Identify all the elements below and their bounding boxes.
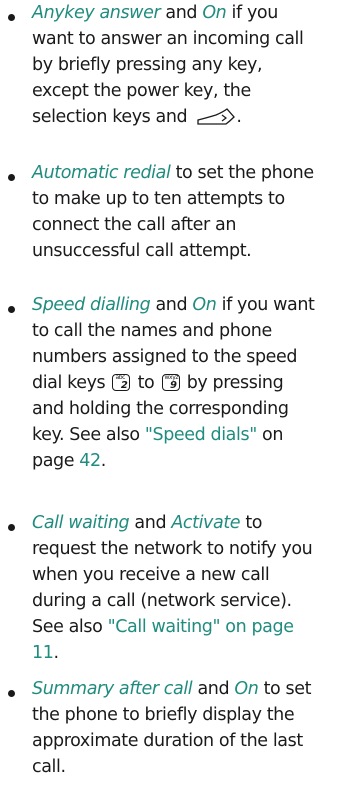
text-run: to xyxy=(132,373,160,393)
menu-option-name: Call waiting xyxy=(32,513,130,533)
text-run: . xyxy=(100,451,107,471)
text-run: dial keys xyxy=(32,373,111,393)
text-line: 11. xyxy=(32,640,336,666)
text-line: the phone to briefly display the xyxy=(32,702,336,728)
text-line: to call the names and phone xyxy=(32,318,336,344)
text-run: . xyxy=(53,643,59,663)
end-key-icon xyxy=(196,108,236,134)
menu-option-name: On xyxy=(234,679,259,699)
menu-option-name: On xyxy=(192,295,217,315)
bullet-icon xyxy=(8,524,15,531)
text-run: to xyxy=(240,513,263,533)
text-line: approximate duration of the last xyxy=(32,728,336,754)
text-line: except the power key, the xyxy=(32,78,336,104)
text-run: by briefly pressing any key, xyxy=(32,55,263,75)
bullet-icon xyxy=(8,174,15,181)
text-line: Anykey answer and On if you xyxy=(32,0,336,26)
list-item-text: Speed dialling and On if you want to call… xyxy=(32,292,336,474)
menu-option-name: Speed dialling xyxy=(32,295,151,315)
text-run: unsuccessful call attempt. xyxy=(32,241,252,261)
text-run: during a call (network service). xyxy=(32,591,292,611)
menu-option-name: On xyxy=(202,3,227,23)
text-run: except the power key, the xyxy=(32,81,251,101)
menu-option-name: Summary after call xyxy=(32,679,193,699)
cross-reference-link[interactable]: "Speed dials" xyxy=(145,425,257,445)
text-line: See also "Call waiting" on page xyxy=(32,614,336,640)
key-9-icon: 9 wxyz xyxy=(161,374,180,391)
text-run: and xyxy=(192,679,235,699)
text-run: See also xyxy=(32,617,108,637)
key-letters: abc xyxy=(115,374,126,381)
list-item-text: Automatic redial to set the phone to make… xyxy=(32,160,336,264)
text-line: and holding the corresponding xyxy=(32,396,336,422)
text-run: want to answer an incoming call xyxy=(32,29,304,49)
bullet-icon xyxy=(8,306,15,313)
text-run: and holding the corresponding xyxy=(32,399,289,419)
text-line: when you receive a new call xyxy=(32,562,336,588)
list-item-text: Call waiting and Activate to request the … xyxy=(32,510,336,666)
text-run: and xyxy=(160,3,203,23)
list-item-text: Anykey answer and On if you want to answe… xyxy=(32,0,336,130)
text-run: call. xyxy=(32,757,66,777)
text-run: the phone to briefly display the xyxy=(32,705,295,725)
text-run: when you receive a new call xyxy=(32,565,270,585)
text-run: to set the phone xyxy=(170,163,314,183)
text-run: approximate duration of the last xyxy=(32,731,303,751)
text-line: request the network to notify you xyxy=(32,536,336,562)
text-line: selection keys and . xyxy=(32,104,336,130)
text-line: by briefly pressing any key, xyxy=(32,52,336,78)
text-line: unsuccessful call attempt. xyxy=(32,238,336,264)
text-run: selection keys and xyxy=(32,107,193,127)
text-line: page 42. xyxy=(32,448,336,474)
text-run: numbers assigned to the speed xyxy=(32,347,298,367)
cross-reference-link[interactable]: 11 xyxy=(32,643,54,663)
text-line: dial keys 2 abc to 9 wxyz by pressing xyxy=(32,370,336,396)
text-run: key. See also xyxy=(32,425,145,445)
list-item-text: Summary after call and On to set the phon… xyxy=(32,676,336,780)
text-run: if you xyxy=(226,3,279,23)
key-2-icon: 2 abc xyxy=(112,374,131,391)
text-run: to call the names and phone xyxy=(32,321,272,341)
bullet-icon xyxy=(8,690,15,697)
text-line: to make up to ten attempts to xyxy=(32,186,336,212)
text-run: and xyxy=(129,513,172,533)
text-run: if you want xyxy=(216,295,315,315)
cross-reference-link[interactable]: "Call waiting" on page xyxy=(108,617,294,637)
key-letters: wxyz xyxy=(164,374,179,381)
text-line: call. xyxy=(32,754,336,780)
text-run: and xyxy=(150,295,193,315)
text-line: key. See also "Speed dials" on xyxy=(32,422,336,448)
text-line: Speed dialling and On if you want xyxy=(32,292,336,318)
text-run: to set xyxy=(258,679,312,699)
bullet-icon xyxy=(8,14,15,21)
text-line: numbers assigned to the speed xyxy=(32,344,336,370)
text-run: to make up to ten attempts to xyxy=(32,189,285,209)
text-line: Call waiting and Activate to xyxy=(32,510,336,536)
text-line: during a call (network service). xyxy=(32,588,336,614)
text-run: on xyxy=(256,425,284,445)
cross-reference-link[interactable]: 42 xyxy=(79,451,101,471)
text-run: page xyxy=(32,451,80,471)
text-line: Summary after call and On to set xyxy=(32,676,336,702)
menu-option-name: Automatic redial xyxy=(32,163,171,183)
menu-option-name: Anykey answer xyxy=(32,3,161,23)
text-run: request the network to notify you xyxy=(32,539,313,559)
menu-option-name: Activate xyxy=(171,513,241,533)
text-line: want to answer an incoming call xyxy=(32,26,336,52)
text-line: Automatic redial to set the phone xyxy=(32,160,336,186)
text-run: . xyxy=(236,107,242,127)
text-run: connect the call after an xyxy=(32,215,237,235)
text-run: by pressing xyxy=(181,373,284,393)
text-line: connect the call after an xyxy=(32,212,336,238)
